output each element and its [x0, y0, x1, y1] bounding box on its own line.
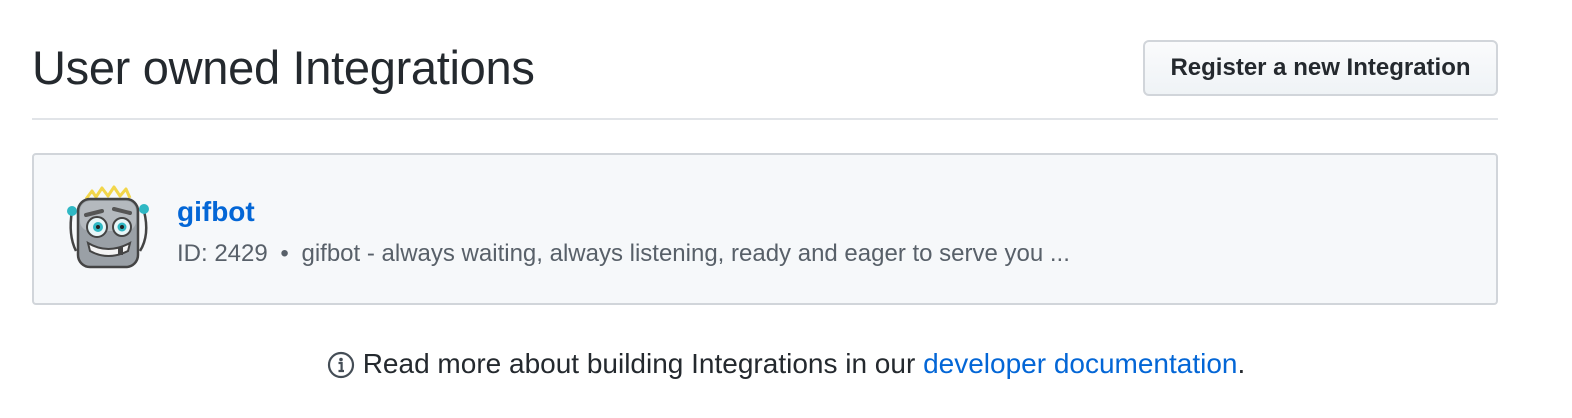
meta-separator: •	[280, 240, 289, 267]
footer-period: .	[1237, 348, 1246, 379]
gifbot-avatar-icon[interactable]	[64, 185, 152, 275]
integration-name-link[interactable]: gifbot	[177, 195, 255, 229]
footer-text: Read more about building Integrations in…	[362, 348, 916, 379]
register-integration-button[interactable]: Register a new Integration	[1143, 40, 1498, 96]
page-title: User owned Integrations	[32, 41, 535, 94]
footer-note: Read more about building Integrations in…	[0, 346, 1572, 382]
info-icon	[327, 351, 355, 379]
integrations-page: User owned Integrations Register a new I…	[0, 0, 1572, 418]
integration-meta: ID: 2429 • gifbot - always waiting, alwa…	[177, 239, 1070, 269]
developer-documentation-link[interactable]: developer documentation	[923, 346, 1237, 382]
integration-id: ID: 2429	[177, 240, 268, 267]
integration-list-item: gifbot ID: 2429 • gifbot - always waitin…	[32, 153, 1498, 305]
page-header: User owned Integrations Register a new I…	[32, 28, 1498, 120]
integration-description: gifbot - always waiting, always listenin…	[301, 240, 1070, 267]
